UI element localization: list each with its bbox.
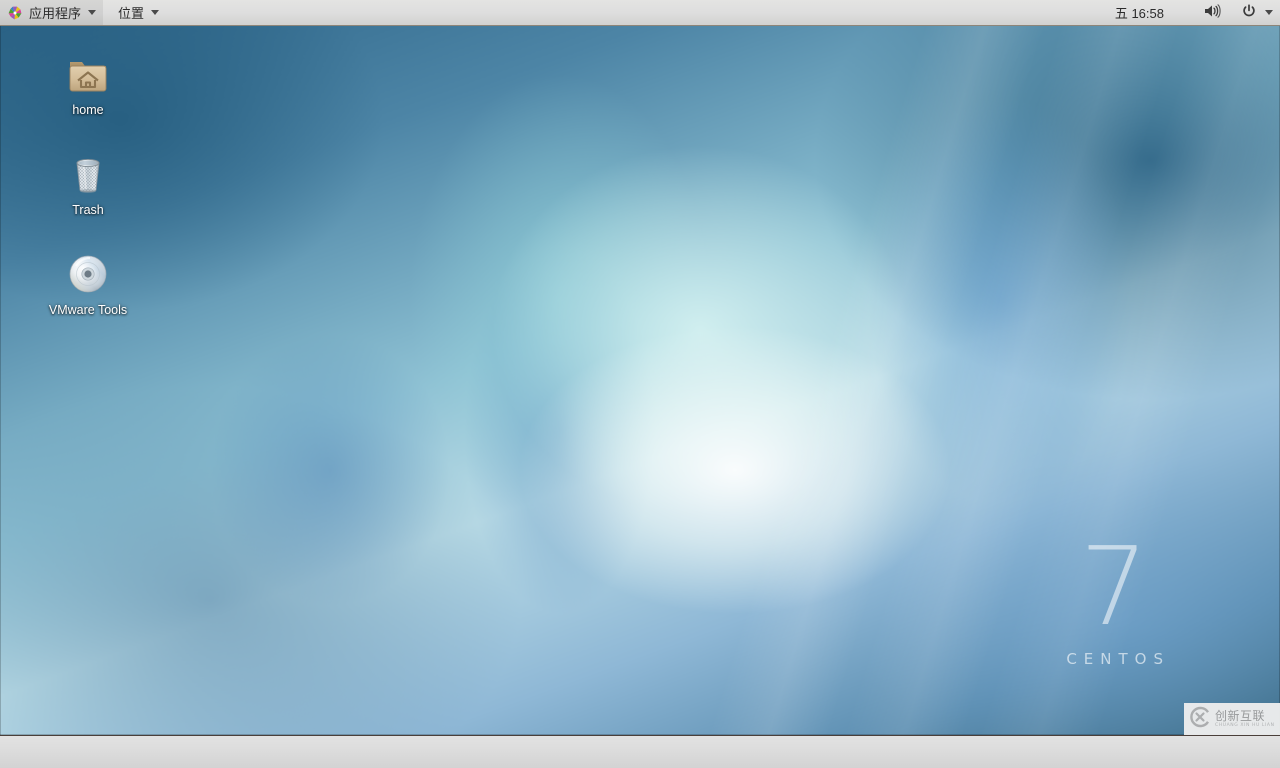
bottom-panel[interactable] <box>0 735 1280 768</box>
power-menu-button[interactable] <box>1234 0 1280 25</box>
site-watermark-text: 创新互联 CHUANG XIN HU LIAN <box>1215 710 1275 729</box>
cx-circle-logo <box>1189 706 1211 733</box>
desktop-icon-trash[interactable]: Trash <box>34 150 142 218</box>
desktop-icon-label: home <box>72 103 104 117</box>
chevron-down-icon <box>1265 10 1273 15</box>
cd-disc-icon <box>64 250 112 298</box>
chevron-down-icon <box>151 10 160 15</box>
panel-right-area: 五 16:58 <box>1105 0 1280 25</box>
places-menu-label: 位置 <box>118 6 145 21</box>
volume-speaker-icon <box>1203 3 1221 22</box>
desktop-icon-vmware-tools[interactable]: VMware Tools <box>34 250 142 318</box>
power-icon <box>1241 3 1257 22</box>
desktop-icon-home[interactable]: home <box>34 50 142 118</box>
desktop-icon-label: Trash <box>72 203 104 217</box>
volume-button[interactable] <box>1196 0 1228 25</box>
places-menu[interactable]: 位置 <box>111 0 166 25</box>
site-name-pinyin: CHUANG XIN HU LIAN <box>1215 722 1275 728</box>
clock[interactable]: 五 16:58 <box>1105 3 1174 22</box>
desktop-wallpaper[interactable] <box>0 0 1280 735</box>
desktop-icon-label: VMware Tools <box>48 303 128 317</box>
site-name-cn: 创新互联 <box>1215 708 1266 723</box>
home-folder-icon <box>64 50 112 98</box>
centos-starburst-icon <box>7 5 23 21</box>
site-watermark-badge: 创新互联 CHUANG XIN HU LIAN <box>1184 703 1280 735</box>
applications-menu-label: 应用程序 <box>29 6 82 21</box>
trash-can-icon <box>64 150 112 198</box>
chevron-down-icon <box>88 10 97 15</box>
applications-menu[interactable]: 应用程序 <box>0 0 104 25</box>
desktop-screen: 7 CENTOS 应用程序 位置 五 16:58 home Trash VMwa… <box>0 0 1280 768</box>
top-panel: 应用程序 位置 五 16:58 <box>0 0 1280 26</box>
